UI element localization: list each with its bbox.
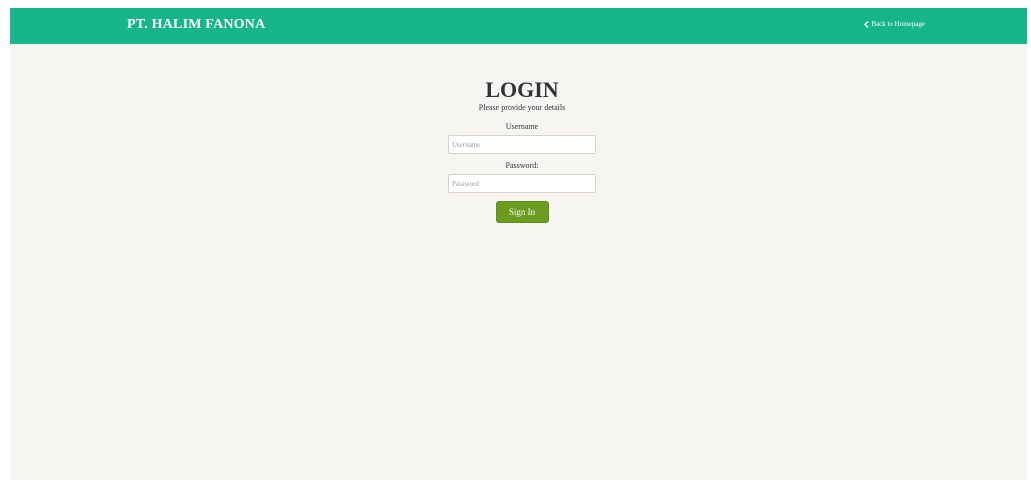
brand-logo-text[interactable]: PT. HALIM FANONA xyxy=(127,17,265,33)
username-input[interactable] xyxy=(448,135,596,154)
login-subtitle: Please provide your details xyxy=(478,103,566,112)
login-title: LOGIN xyxy=(485,77,559,102)
password-label: Password: xyxy=(505,161,539,170)
top-navbar: PT. HALIM FANONA Back to Homepage xyxy=(10,8,1027,44)
sign-in-button[interactable]: Sign In xyxy=(495,201,549,223)
app-window: PT. HALIM FANONA Back to Homepage LOGIN … xyxy=(10,8,1027,480)
chevron-left-icon xyxy=(864,20,869,28)
username-label: Username xyxy=(505,122,539,131)
back-link-label: Back to Homepage xyxy=(871,20,925,28)
password-input[interactable] xyxy=(448,174,596,193)
back-to-homepage-link[interactable]: Back to Homepage xyxy=(864,20,925,28)
login-form: LOGIN Please provide your details Userna… xyxy=(448,78,596,223)
